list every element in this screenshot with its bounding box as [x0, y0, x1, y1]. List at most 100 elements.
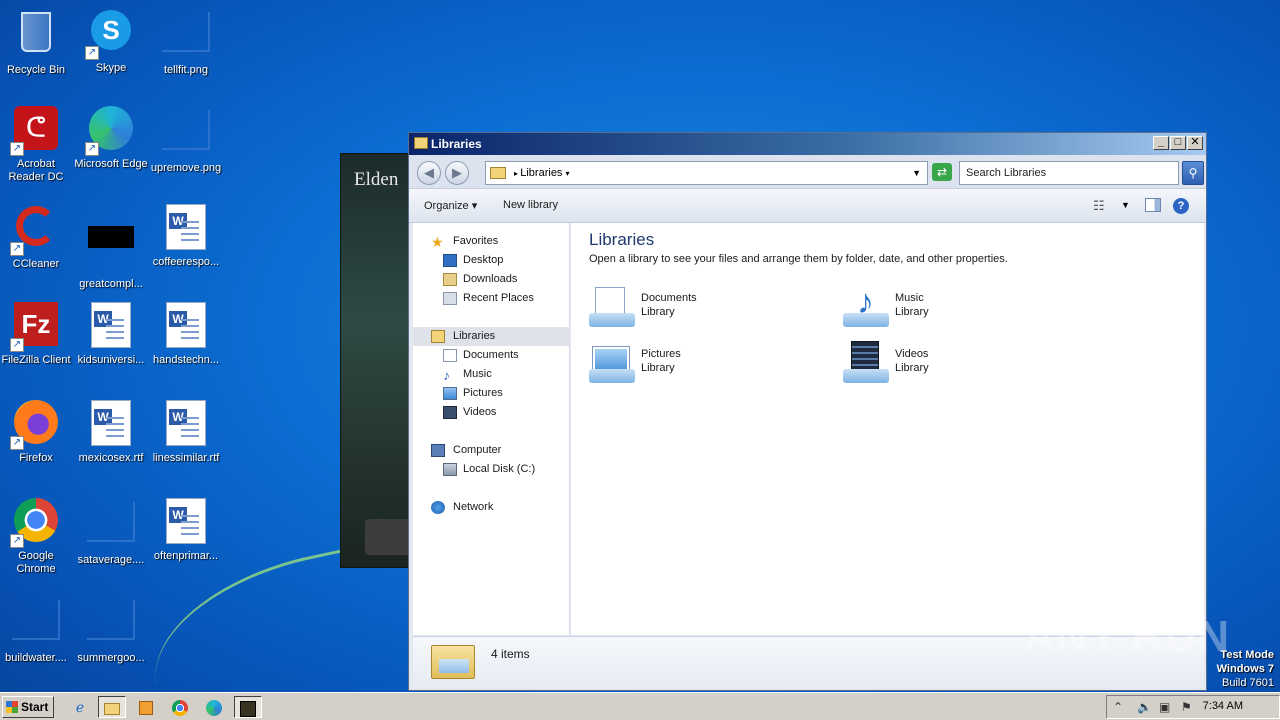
library-type: Library: [895, 362, 929, 374]
show-hidden-icons-icon[interactable]: ⌃: [1113, 700, 1123, 714]
nav-label: Desktop: [463, 254, 504, 266]
desktop-icon-edge[interactable]: ↗ Microsoft Edge: [73, 106, 149, 171]
desktop-icon-label: tellfit.png: [163, 64, 209, 76]
desktop-icon-kidsuniversi[interactable]: W kidsuniversi...: [73, 302, 149, 367]
taskbar-explorer-icon[interactable]: [98, 696, 126, 718]
nav-music[interactable]: ♪ Music: [413, 365, 570, 384]
library-type: Library: [641, 306, 675, 318]
minimize-button[interactable]: _: [1153, 136, 1169, 150]
system-tray: ⌃ 🔈 ▣ ⚑ 7:34 AM: [1106, 695, 1280, 719]
taskbar-edge-icon[interactable]: [200, 696, 228, 718]
desktop-icon-summergoo[interactable]: summergoo...: [73, 596, 149, 665]
nav-downloads[interactable]: Downloads: [413, 270, 570, 289]
nav-computer[interactable]: Computer: [413, 441, 570, 460]
desktop-icon-linessimilar[interactable]: W linessimilar.rtf: [148, 400, 224, 465]
desktop-icon-skype[interactable]: S ↗ Skype: [73, 8, 149, 75]
chrome-icon: ↗: [10, 498, 60, 548]
nav-local-disk[interactable]: Local Disk (C:): [413, 460, 570, 479]
desktop-icon-acrobat[interactable]: ᕦ ↗ Acrobat Reader DC: [0, 106, 74, 184]
clock[interactable]: 7:34 AM: [1203, 700, 1243, 712]
desktop-icon: [443, 254, 457, 267]
desktop-icon-firefox[interactable]: ↗ Firefox: [0, 400, 74, 465]
view-dropdown-icon[interactable]: ▼: [1121, 200, 1139, 216]
nav-videos[interactable]: Videos: [413, 403, 570, 422]
action-center-flag-icon[interactable]: ⚑: [1181, 700, 1192, 714]
desktop-icon-oftenprimar[interactable]: W oftenprimar...: [148, 498, 224, 563]
desktop-icon-label: Microsoft Edge: [74, 158, 148, 170]
organize-button[interactable]: Organize ▾: [424, 199, 477, 212]
desktop-icon-label: Firefox: [19, 452, 53, 464]
taskbar-chrome-icon[interactable]: [166, 696, 194, 718]
nav-documents[interactable]: Documents: [413, 346, 570, 365]
help-icon[interactable]: ?: [1173, 198, 1189, 214]
videos-library-icon: [843, 341, 889, 387]
window-titlebar[interactable]: Libraries _ □ ✕: [409, 133, 1206, 155]
start-button[interactable]: Start: [2, 696, 54, 718]
taskbar-elden-icon[interactable]: [234, 696, 262, 718]
network-status-icon[interactable]: ▣: [1159, 700, 1170, 714]
maximize-button[interactable]: □: [1170, 136, 1186, 150]
taskbar-media-player-icon[interactable]: [132, 696, 160, 718]
search-input[interactable]: Search Libraries: [959, 161, 1179, 185]
desktop-icon-greatcompl[interactable]: greatcompl...: [73, 204, 149, 291]
desktop-icon-tellfit[interactable]: tellfit.png: [148, 8, 224, 77]
folder-icon: [414, 137, 428, 149]
nav-label: Pictures: [463, 387, 503, 399]
blank-file-icon: [87, 502, 135, 550]
filezilla-icon: Fz ↗: [10, 302, 60, 352]
background-window-title: Elden: [354, 169, 399, 190]
nav-libraries[interactable]: Libraries: [413, 327, 570, 346]
volume-icon[interactable]: 🔈: [1137, 700, 1152, 714]
desktop-icon-recycle-bin[interactable]: Recycle Bin: [0, 8, 74, 77]
black-file-icon: [87, 226, 135, 274]
address-dropdown-icon[interactable]: ▼: [912, 162, 921, 184]
background-app-window[interactable]: Elden: [340, 153, 415, 568]
blank-file-icon: [87, 600, 135, 648]
nav-pictures[interactable]: Pictures: [413, 384, 570, 403]
desktop-icon-coffeerespo[interactable]: W coffeerespo...: [148, 204, 224, 269]
desktop-icon-label: FileZilla Client: [1, 354, 71, 366]
nav-network[interactable]: Network: [413, 498, 570, 517]
desktop-icon-label: CCleaner: [12, 258, 60, 270]
breadcrumb-dropdown-icon[interactable]: ▾: [566, 169, 570, 178]
desktop-icon-upremove[interactable]: upremove.png: [148, 106, 224, 175]
desktop-icon-sataverage[interactable]: sataverage....: [73, 498, 149, 567]
desktop-icon-chrome[interactable]: ↗ Google Chrome: [0, 498, 74, 576]
search-icon[interactable]: ⚲: [1182, 161, 1204, 185]
close-button[interactable]: ✕: [1187, 136, 1203, 150]
anyrun-watermark: ANY RUN: [1023, 612, 1230, 661]
test-mode-line1: Test Mode: [1220, 649, 1274, 661]
refresh-icon[interactable]: ⇄: [932, 163, 952, 181]
back-button[interactable]: ◀: [417, 161, 441, 185]
library-music[interactable]: ♪ Music Library: [843, 285, 1063, 335]
library-videos[interactable]: Videos Library: [843, 341, 1063, 391]
desktop-icon-buildwater[interactable]: buildwater....: [0, 596, 74, 665]
desktop-icon-mexicosex[interactable]: W mexicosex.rtf: [73, 400, 149, 465]
view-options-icon[interactable]: ☷: [1093, 198, 1111, 214]
address-box[interactable]: ▸ Libraries ▾ ▼: [485, 161, 928, 185]
library-name: Pictures: [641, 348, 681, 360]
ccleaner-icon: ↗: [10, 206, 60, 256]
nav-favorites[interactable]: ★ Favorites: [413, 232, 570, 251]
library-documents[interactable]: Documents Library: [589, 285, 809, 335]
nav-desktop[interactable]: Desktop: [413, 251, 570, 270]
taskbar-ie-icon[interactable]: ℯ: [66, 696, 94, 718]
desktop-icon-handstechn[interactable]: W handstechn...: [148, 302, 224, 367]
desktop-icon-ccleaner[interactable]: ↗ CCleaner: [0, 204, 74, 271]
desktop-icon-label: linessimilar.rtf: [152, 452, 220, 464]
window-title: Libraries: [431, 137, 482, 151]
page-title: Libraries: [589, 230, 655, 249]
explorer-window[interactable]: Libraries _ □ ✕ ◀ ▶ ▸ Libraries ▾ ▼ ⇄ Se…: [408, 132, 1207, 691]
library-pictures[interactable]: Pictures Library: [589, 341, 809, 391]
word-doc-icon: W: [162, 498, 210, 546]
desktop-icon-label: greatcompl...: [79, 278, 143, 290]
preview-pane-icon[interactable]: [1145, 198, 1161, 212]
pictures-icon: [443, 387, 457, 400]
forward-button[interactable]: ▶: [445, 161, 469, 185]
desktop-icon-label: sataverage....: [77, 554, 145, 566]
new-library-button[interactable]: New library: [503, 199, 558, 211]
nav-recent-places[interactable]: Recent Places: [413, 289, 570, 308]
desktop-icon-filezilla[interactable]: Fz ↗ FileZilla Client: [0, 302, 74, 367]
breadcrumb-libraries[interactable]: Libraries: [520, 167, 562, 179]
page-description: Open a library to see your files and arr…: [589, 253, 1008, 265]
